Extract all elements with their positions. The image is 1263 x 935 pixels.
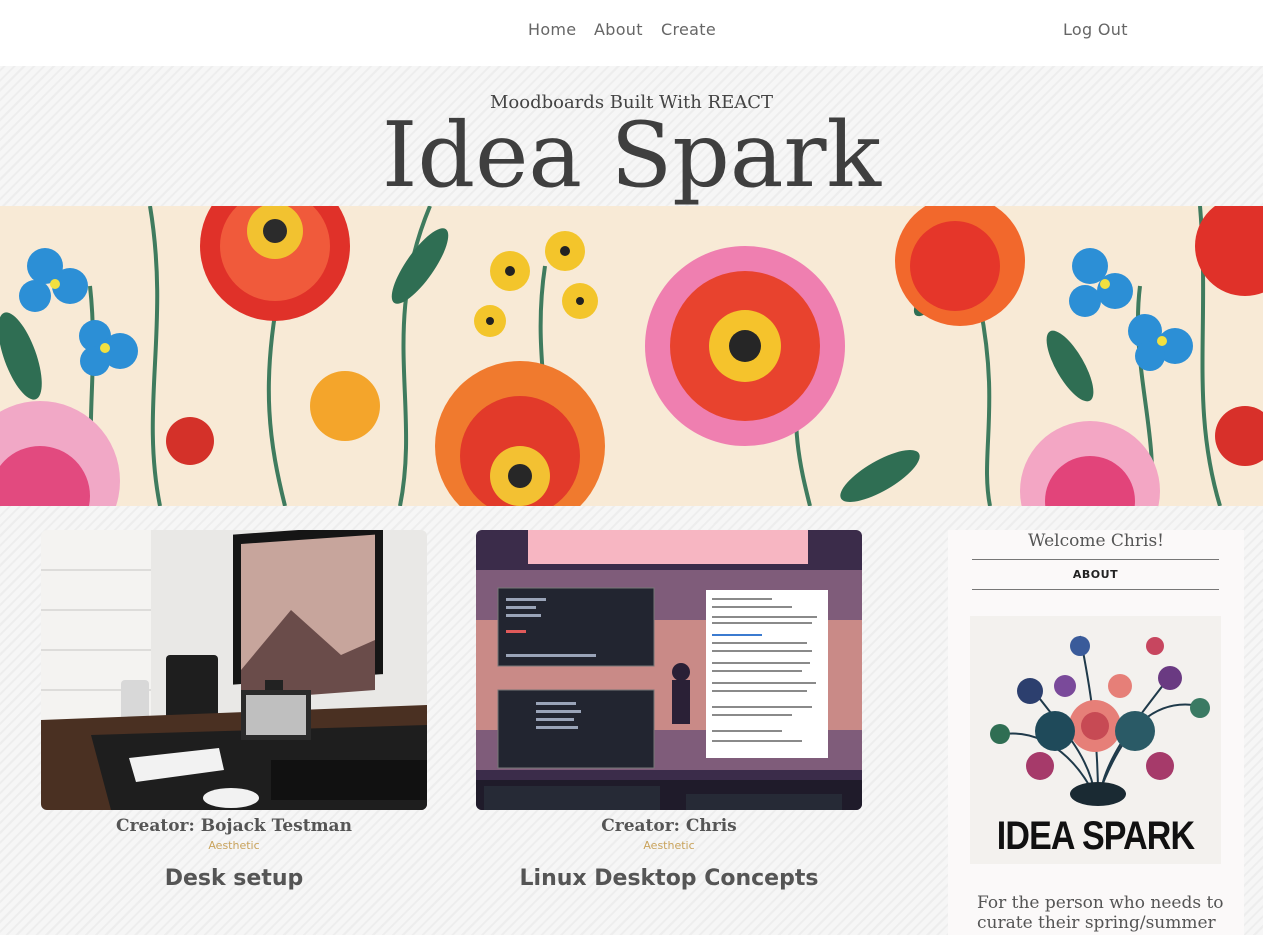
card-tag[interactable]: Aesthetic [476, 839, 862, 852]
idea-spark-logo: IDEA SPARK [970, 616, 1221, 864]
nav-logout-link[interactable]: Log Out [1063, 20, 1128, 39]
linux-desktop-image[interactable] [476, 530, 862, 810]
card-title[interactable]: Linux Desktop Concepts [476, 866, 862, 891]
welcome-message: Welcome Chris! [1028, 531, 1164, 551]
site-title: Idea Spark [381, 103, 882, 208]
sidebar-divider [972, 559, 1219, 560]
logo-text: IDEA SPARK [996, 814, 1195, 858]
nav-home-link[interactable]: Home [528, 20, 576, 39]
moodboard-card[interactable]: Creator: Chris Aesthetic Linux Desktop C… [476, 530, 862, 891]
desk-setup-image[interactable] [41, 530, 427, 810]
site-header: Moodboards Built With REACT Idea Spark [0, 66, 1263, 206]
floral-banner-image [0, 206, 1263, 506]
floral-banner-art [0, 206, 1263, 506]
card-tag[interactable]: Aesthetic [41, 839, 427, 852]
nav-create-link[interactable]: Create [661, 20, 716, 39]
sidebar-description: For the person who needs to curate their… [977, 893, 1224, 933]
top-nav: Home About Create Log Out [0, 0, 1263, 66]
moodboard-card[interactable]: Creator: Bojack Testman Aesthetic Desk s… [41, 530, 427, 891]
sidebar: Welcome Chris! ABOUT IDEA SPARK For the … [948, 530, 1244, 935]
sidebar-divider [972, 589, 1219, 590]
nav-about-link[interactable]: About [594, 20, 643, 39]
sidebar-about-link[interactable]: ABOUT [972, 568, 1219, 581]
card-creator: Creator: Bojack Testman [116, 816, 352, 836]
card-title[interactable]: Desk setup [41, 866, 427, 891]
card-creator: Creator: Chris [601, 816, 737, 836]
floral-bouquet-illustration [990, 635, 1210, 806]
